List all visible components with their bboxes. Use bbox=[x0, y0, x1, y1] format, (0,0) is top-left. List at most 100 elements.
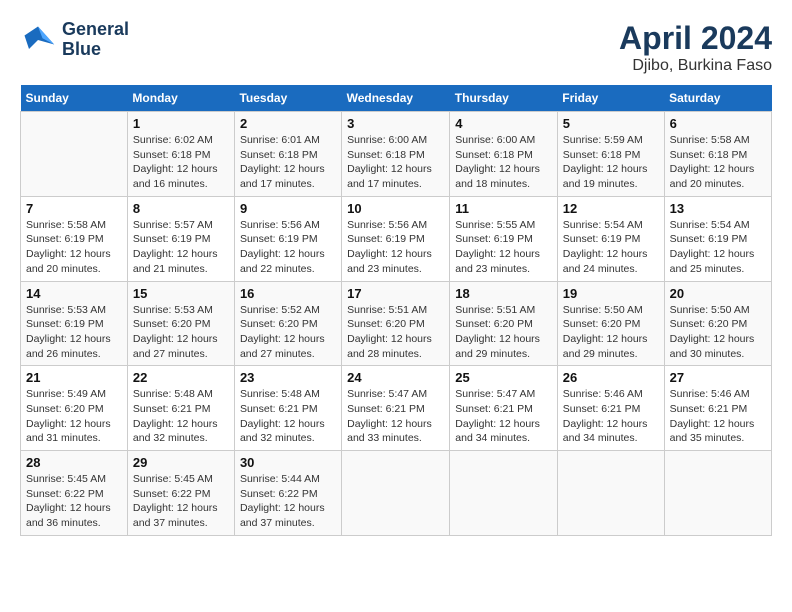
column-header-sunday: Sunday bbox=[21, 85, 128, 112]
day-info: Sunrise: 5:46 AMSunset: 6:21 PMDaylight:… bbox=[563, 387, 659, 446]
day-number: 8 bbox=[133, 201, 229, 216]
calendar-cell: 8Sunrise: 5:57 AMSunset: 6:19 PMDaylight… bbox=[127, 196, 234, 281]
day-info: Sunrise: 5:56 AMSunset: 6:19 PMDaylight:… bbox=[347, 218, 444, 277]
calendar-cell: 16 Sunrise: 5:52 AMSunset: 6:20 PMDayligh… bbox=[234, 281, 341, 366]
calendar-cell: 29 Sunrise: 5:45 AMSunset: 6:22 PMDayligh… bbox=[127, 451, 234, 536]
day-info: Sunrise: 6:00 AMSunset: 6:18 PMDaylight:… bbox=[455, 133, 552, 192]
day-info: Sunrise: 5:48 AMSunset: 6:21 PMDaylight:… bbox=[133, 387, 229, 446]
day-number: 16 bbox=[240, 286, 336, 301]
day-number: 14 bbox=[26, 286, 122, 301]
calendar-cell: 25 Sunrise: 5:47 AMSunset: 6:21 PMDayligh… bbox=[450, 366, 558, 451]
day-info: Sunrise: 5:44 AMSunset: 6:22 PMDaylight:… bbox=[240, 472, 336, 531]
title-block: April 2024 Djibo, Burkina Faso bbox=[619, 20, 772, 75]
day-number: 4 bbox=[455, 116, 552, 131]
day-info: Sunrise: 5:47 AMSunset: 6:21 PMDaylight:… bbox=[455, 387, 552, 446]
calendar-cell: 13 Sunrise: 5:54 AMSunset: 6:19 PMDayligh… bbox=[664, 196, 771, 281]
day-info: Sunrise: 5:50 AMSunset: 6:20 PMDaylight:… bbox=[563, 303, 659, 362]
day-info: Sunrise: 6:00 AMSunset: 6:18 PMDaylight:… bbox=[347, 133, 444, 192]
calendar-week-row: 1 Sunrise: 6:02 AMSunset: 6:18 PMDaylight… bbox=[21, 112, 772, 197]
day-info: Sunrise: 5:53 AMSunset: 6:19 PMDaylight:… bbox=[26, 303, 122, 362]
day-info: Sunrise: 5:51 AMSunset: 6:20 PMDaylight:… bbox=[347, 303, 444, 362]
calendar-cell: 22 Sunrise: 5:48 AMSunset: 6:21 PMDayligh… bbox=[127, 366, 234, 451]
logo: General Blue bbox=[20, 20, 129, 60]
day-info: Sunrise: 5:55 AMSunset: 6:19 PMDaylight:… bbox=[455, 218, 552, 277]
calendar-table: SundayMondayTuesdayWednesdayThursdayFrid… bbox=[20, 85, 772, 536]
day-number: 20 bbox=[670, 286, 766, 301]
calendar-cell: 21Sunrise: 5:49 AMSunset: 6:20 PMDayligh… bbox=[21, 366, 128, 451]
calendar-cell: 19 Sunrise: 5:50 AMSunset: 6:20 PMDayligh… bbox=[557, 281, 664, 366]
day-info: Sunrise: 5:54 AMSunset: 6:19 PMDaylight:… bbox=[670, 218, 766, 277]
calendar-title: April 2024 bbox=[619, 20, 772, 57]
day-info: Sunrise: 5:50 AMSunset: 6:20 PMDaylight:… bbox=[670, 303, 766, 362]
calendar-cell: 18Sunrise: 5:51 AMSunset: 6:20 PMDayligh… bbox=[450, 281, 558, 366]
calendar-cell bbox=[21, 112, 128, 197]
day-info: Sunrise: 5:46 AMSunset: 6:21 PMDaylight:… bbox=[670, 387, 766, 446]
calendar-cell bbox=[342, 451, 450, 536]
day-info: Sunrise: 5:56 AMSunset: 6:19 PMDaylight:… bbox=[240, 218, 336, 277]
column-header-saturday: Saturday bbox=[664, 85, 771, 112]
day-info: Sunrise: 5:45 AMSunset: 6:22 PMDaylight:… bbox=[133, 472, 229, 531]
day-number: 28 bbox=[26, 455, 122, 470]
calendar-cell: 7Sunrise: 5:58 AMSunset: 6:19 PMDaylight… bbox=[21, 196, 128, 281]
day-number: 2 bbox=[240, 116, 336, 131]
day-number: 25 bbox=[455, 370, 552, 385]
calendar-cell: 24 Sunrise: 5:47 AMSunset: 6:21 PMDayligh… bbox=[342, 366, 450, 451]
calendar-cell: 5 Sunrise: 5:59 AMSunset: 6:18 PMDaylight… bbox=[557, 112, 664, 197]
day-number: 24 bbox=[347, 370, 444, 385]
column-header-monday: Monday bbox=[127, 85, 234, 112]
day-number: 11 bbox=[455, 201, 552, 216]
day-number: 22 bbox=[133, 370, 229, 385]
day-info: Sunrise: 6:02 AMSunset: 6:18 PMDaylight:… bbox=[133, 133, 229, 192]
day-number: 15 bbox=[133, 286, 229, 301]
day-number: 5 bbox=[563, 116, 659, 131]
calendar-cell bbox=[664, 451, 771, 536]
calendar-cell: 9 Sunrise: 5:56 AMSunset: 6:19 PMDaylight… bbox=[234, 196, 341, 281]
calendar-cell: 14 Sunrise: 5:53 AMSunset: 6:19 PMDayligh… bbox=[21, 281, 128, 366]
calendar-cell: 15 Sunrise: 5:53 AMSunset: 6:20 PMDayligh… bbox=[127, 281, 234, 366]
day-info: Sunrise: 5:51 AMSunset: 6:20 PMDaylight:… bbox=[455, 303, 552, 362]
logo-text: General Blue bbox=[62, 20, 129, 60]
calendar-subtitle: Djibo, Burkina Faso bbox=[619, 57, 772, 75]
day-number: 1 bbox=[133, 116, 229, 131]
calendar-cell: 2 Sunrise: 6:01 AMSunset: 6:18 PMDaylight… bbox=[234, 112, 341, 197]
calendar-cell: 20 Sunrise: 5:50 AMSunset: 6:20 PMDayligh… bbox=[664, 281, 771, 366]
day-info: Sunrise: 5:52 AMSunset: 6:20 PMDaylight:… bbox=[240, 303, 336, 362]
day-number: 9 bbox=[240, 201, 336, 216]
calendar-cell: 30 Sunrise: 5:44 AMSunset: 6:22 PMDayligh… bbox=[234, 451, 341, 536]
calendar-cell: 10 Sunrise: 5:56 AMSunset: 6:19 PMDayligh… bbox=[342, 196, 450, 281]
day-info: Sunrise: 5:48 AMSunset: 6:21 PMDaylight:… bbox=[240, 387, 336, 446]
calendar-cell bbox=[557, 451, 664, 536]
page-header: General Blue April 2024 Djibo, Burkina F… bbox=[20, 20, 772, 75]
calendar-cell: 3 Sunrise: 6:00 AMSunset: 6:18 PMDaylight… bbox=[342, 112, 450, 197]
day-number: 30 bbox=[240, 455, 336, 470]
day-info: Sunrise: 5:59 AMSunset: 6:18 PMDaylight:… bbox=[563, 133, 659, 192]
day-info: Sunrise: 5:47 AMSunset: 6:21 PMDaylight:… bbox=[347, 387, 444, 446]
day-number: 23 bbox=[240, 370, 336, 385]
calendar-week-row: 7Sunrise: 5:58 AMSunset: 6:19 PMDaylight… bbox=[21, 196, 772, 281]
calendar-cell: 26 Sunrise: 5:46 AMSunset: 6:21 PMDayligh… bbox=[557, 366, 664, 451]
day-number: 13 bbox=[670, 201, 766, 216]
day-info: Sunrise: 6:01 AMSunset: 6:18 PMDaylight:… bbox=[240, 133, 336, 192]
day-info: Sunrise: 5:49 AMSunset: 6:20 PMDaylight:… bbox=[26, 387, 122, 446]
logo-icon bbox=[20, 22, 56, 58]
column-header-tuesday: Tuesday bbox=[234, 85, 341, 112]
calendar-cell: 6Sunrise: 5:58 AMSunset: 6:18 PMDaylight… bbox=[664, 112, 771, 197]
column-header-thursday: Thursday bbox=[450, 85, 558, 112]
day-number: 7 bbox=[26, 201, 122, 216]
day-number: 29 bbox=[133, 455, 229, 470]
day-number: 12 bbox=[563, 201, 659, 216]
day-number: 10 bbox=[347, 201, 444, 216]
day-info: Sunrise: 5:53 AMSunset: 6:20 PMDaylight:… bbox=[133, 303, 229, 362]
calendar-cell: 11 Sunrise: 5:55 AMSunset: 6:19 PMDayligh… bbox=[450, 196, 558, 281]
day-number: 19 bbox=[563, 286, 659, 301]
calendar-cell: 1 Sunrise: 6:02 AMSunset: 6:18 PMDaylight… bbox=[127, 112, 234, 197]
calendar-body: 1 Sunrise: 6:02 AMSunset: 6:18 PMDaylight… bbox=[21, 112, 772, 536]
day-number: 26 bbox=[563, 370, 659, 385]
calendar-cell: 4 Sunrise: 6:00 AMSunset: 6:18 PMDaylight… bbox=[450, 112, 558, 197]
calendar-cell: 12Sunrise: 5:54 AMSunset: 6:19 PMDayligh… bbox=[557, 196, 664, 281]
column-header-wednesday: Wednesday bbox=[342, 85, 450, 112]
day-number: 3 bbox=[347, 116, 444, 131]
calendar-week-row: 14 Sunrise: 5:53 AMSunset: 6:19 PMDayligh… bbox=[21, 281, 772, 366]
calendar-cell: 23 Sunrise: 5:48 AMSunset: 6:21 PMDayligh… bbox=[234, 366, 341, 451]
calendar-header-row: SundayMondayTuesdayWednesdayThursdayFrid… bbox=[21, 85, 772, 112]
